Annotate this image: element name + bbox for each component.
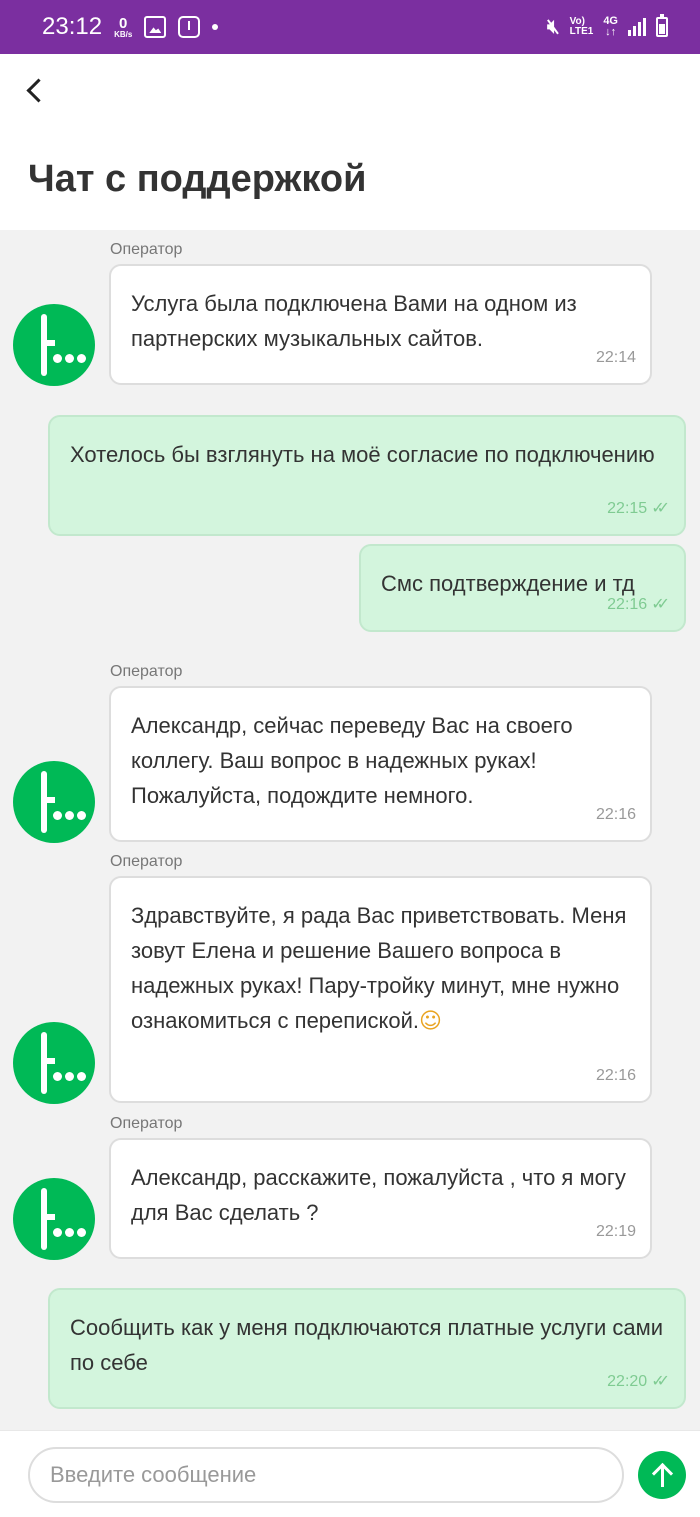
- app-notification-icon: [178, 16, 201, 38]
- page-title: Чат с поддержкой: [28, 158, 367, 200]
- message-text: Здравствуйте, я рада Вас приветствовать.…: [131, 903, 627, 1033]
- send-button[interactable]: [638, 1451, 686, 1499]
- read-ticks-icon: ✓✓: [651, 1373, 670, 1390]
- message-bubble-operator: Александр, расскажите, пожалуйста , что …: [109, 1138, 652, 1259]
- more-notifications-dot-icon: [212, 24, 219, 30]
- message-time-wrap: 22:20 ✓✓: [607, 1364, 670, 1399]
- read-ticks-icon: ✓✓: [651, 596, 670, 613]
- back-arrow-icon[interactable]: [22, 76, 52, 106]
- message-bubble-user: Сообщить как у меня подключаются платные…: [48, 1288, 686, 1409]
- message-text: Услуга была подключена Вами на одном из …: [131, 291, 577, 351]
- operator-avatar: [13, 1022, 95, 1104]
- message-text: Сообщить как у меня подключаются платные…: [70, 1315, 664, 1375]
- status-left: 23:12 0 KB/s: [42, 13, 219, 41]
- message-time: 22:14: [595, 349, 636, 366]
- message-time: 22:16: [595, 806, 636, 823]
- net-speed-value: 0: [119, 14, 128, 32]
- status-right: 🔇︎ Vo) LTE1 4G ↓↑: [546, 14, 668, 39]
- sender-label: Оператор: [110, 663, 183, 680]
- message-time: 22:20: [607, 1373, 648, 1390]
- message-input[interactable]: [28, 1447, 624, 1503]
- signal-icon: [628, 18, 646, 36]
- read-ticks-icon: ✓✓: [651, 500, 670, 517]
- message-time-wrap: 22:15 ✓✓: [607, 491, 670, 526]
- battery-icon: [656, 14, 668, 37]
- message-text: Хотелось бы взглянуть на моё согласие по…: [70, 442, 655, 467]
- operator-avatar: [13, 304, 95, 386]
- message-text: Смс подтверждение и тд: [381, 571, 635, 596]
- volte-indicator: Vo) LTE1: [569, 16, 594, 38]
- arrow-up-icon: [652, 1463, 672, 1487]
- message-composer: [0, 1430, 700, 1517]
- message-time: 22:16: [595, 1067, 636, 1084]
- mute-icon: 🔇︎: [546, 15, 560, 38]
- message-bubble-operator: Александр, сейчас переведу Вас на своего…: [109, 686, 652, 842]
- message-bubble-operator: Услуга была подключена Вами на одном из …: [109, 264, 652, 385]
- sender-label: Оператор: [110, 853, 183, 870]
- sender-label: Оператор: [110, 1115, 183, 1132]
- message-time: 22:19: [595, 1223, 636, 1240]
- status-bar: 23:12 0 KB/s 🔇︎ Vo) LTE1 4G ↓↑: [0, 0, 700, 54]
- message-time: 22:16: [607, 596, 648, 613]
- message-bubble-operator: Здравствуйте, я рада Вас приветствовать.…: [109, 876, 652, 1103]
- message-text: Александр, расскажите, пожалуйста , что …: [131, 1165, 626, 1225]
- data-arrows-icon: ↓↑: [605, 26, 617, 38]
- net-speed: 0 KB/s: [114, 16, 132, 39]
- message-time-wrap: 22:16 ✓✓: [607, 587, 670, 622]
- operator-avatar: [13, 761, 95, 843]
- sender-label: Оператор: [110, 241, 183, 258]
- header: Чат с поддержкой: [0, 54, 700, 230]
- lte-label: LTE1: [569, 26, 594, 37]
- network-type: 4G ↓↑: [603, 16, 618, 38]
- message-bubble-user: Хотелось бы взглянуть на моё согласие по…: [48, 415, 686, 536]
- message-bubble-user: Смс подтверждение и тд 22:16 ✓✓: [359, 544, 686, 632]
- status-time: 23:12: [42, 13, 103, 40]
- net-speed-unit: KB/s: [114, 29, 133, 39]
- message-text: Александр, сейчас переведу Вас на своего…: [131, 713, 573, 808]
- smiling-face-emoji: ☺: [419, 1009, 442, 1034]
- message-time: 22:15: [607, 500, 648, 517]
- gallery-notification-icon: [144, 16, 167, 38]
- chat-list[interactable]: Оператор Услуга была подключена Вами на …: [0, 230, 700, 1430]
- operator-avatar: [13, 1178, 95, 1260]
